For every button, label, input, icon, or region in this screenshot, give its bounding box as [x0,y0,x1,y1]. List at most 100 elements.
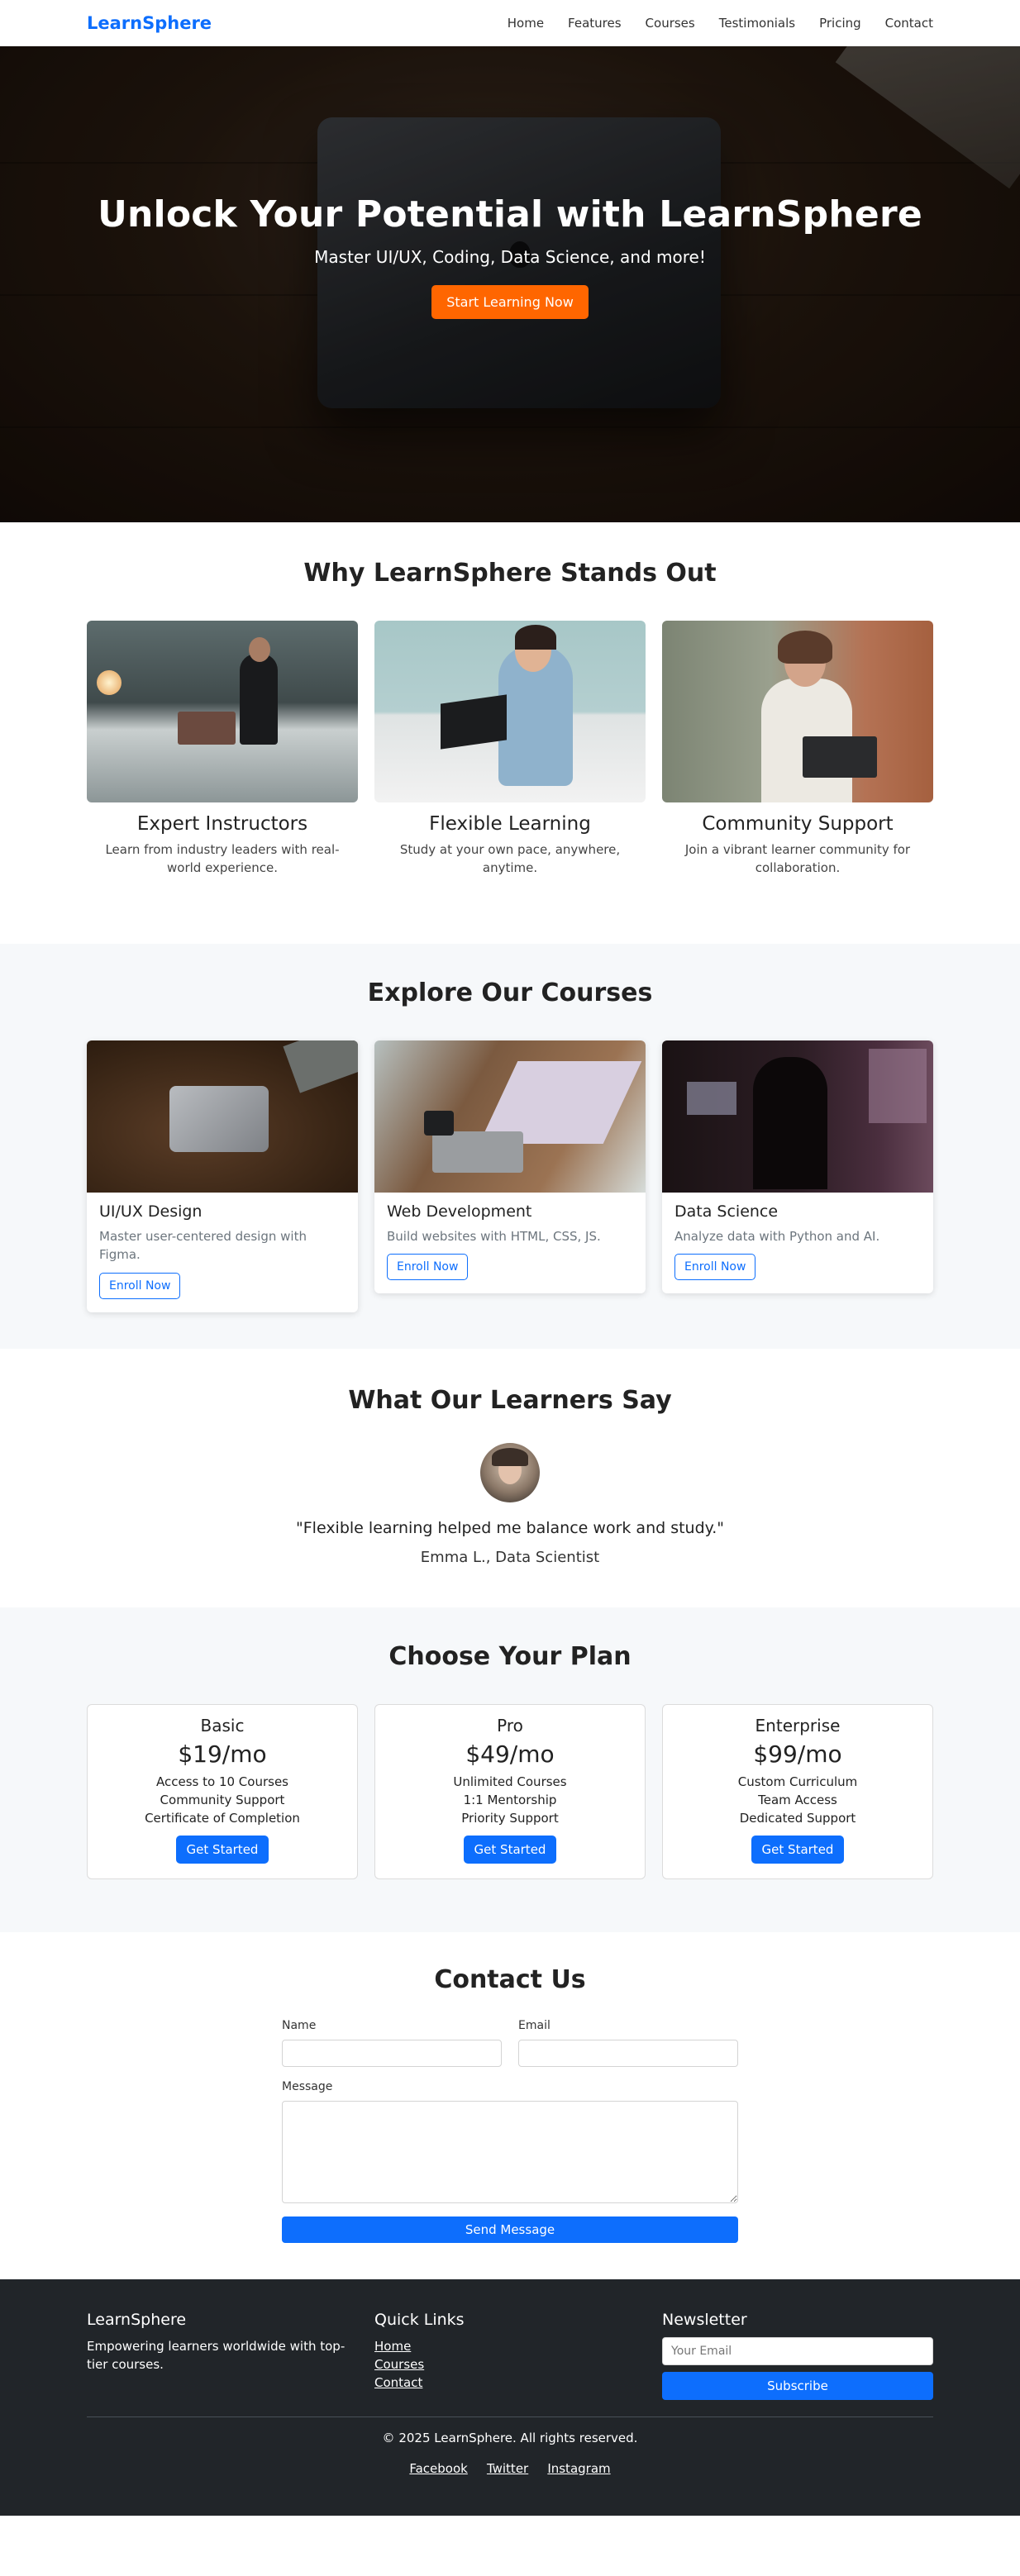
course-card-uiux: UI/UX Design Master user-centered design… [87,1040,358,1312]
start-learning-button[interactable]: Start Learning Now [431,285,589,319]
enroll-button-uiux[interactable]: Enroll Now [99,1272,181,1299]
course-image-datascience [662,1040,933,1193]
courses-section: Explore Our Courses UI/UX Design Master … [0,943,1020,1349]
footer-divider [87,2416,933,2417]
footer-brand: LearnSphere [87,2310,187,2329]
plan-feature: Community Support [160,1792,285,1807]
contact-section: Contact Us Name Email Message Send Messa… [0,1932,1020,2279]
course-title: UI/UX Design [99,1202,203,1221]
feature-title: Expert Instructors [136,813,308,835]
plan-name: Enterprise [755,1715,841,1736]
enroll-button-webdev[interactable]: Enroll Now [387,1254,469,1280]
plan-price: $99/mo [753,1740,842,1768]
hero-content: Unlock Your Potential with LearnSphere M… [0,193,1020,319]
pricing-section: Choose Your Plan Basic $19/mo Access to … [0,1607,1020,1932]
plan-feature: Dedicated Support [739,1810,856,1826]
features-title: Why LearnSphere Stands Out [303,559,717,588]
plan-feature: Unlimited Courses [453,1774,567,1789]
footer-about: LearnSphere Empowering learners worldwid… [87,2311,358,2400]
course-description: Master user-centered design with Figma. [99,1228,307,1263]
footer-tagline: Empowering learners worldwide with top-t… [87,2338,346,2373]
social-links: Facebook Twitter Instagram [87,2460,933,2476]
footer-quick-links: Quick Links Home Courses Contact [374,2311,646,2400]
course-image-webdev [374,1040,646,1193]
social-link-facebook[interactable]: Facebook [409,2461,467,2476]
contact-form: Name Email Message Send Message [282,2019,738,2243]
course-title: Web Development [387,1202,532,1221]
get-started-button-pro[interactable]: Get Started [463,1835,557,1864]
plan-features: Custom Curriculum Team Access Dedicated … [663,1773,932,1827]
plan-feature: Team Access [758,1792,837,1807]
hero-title: Unlock Your Potential with LearnSphere [98,193,922,236]
footer-link-courses[interactable]: Courses [374,2355,646,2374]
course-image-uiux [87,1040,358,1193]
course-card-datascience: Data Science Analyze data with Python an… [662,1040,933,1293]
nav-link-home[interactable]: Home [508,16,544,31]
plan-feature: Certificate of Completion [145,1810,300,1826]
subscribe-button[interactable]: Subscribe [662,2371,933,2400]
pricing-title: Choose Your Plan [388,1641,632,1671]
message-field[interactable] [282,2100,738,2203]
newsletter-email-input[interactable] [662,2336,933,2365]
course-description: Build websites with HTML, CSS, JS. [387,1228,601,1244]
copyright: © 2025 LearnSphere. All rights reserved. [382,2430,638,2445]
plan-feature: Custom Curriculum [737,1774,858,1789]
course-card-webdev: Web Development Build websites with HTML… [374,1040,646,1293]
plan-price: $49/mo [465,1740,555,1768]
footer-link-home[interactable]: Home [374,2337,646,2355]
feature-text: Join a vibrant learner community for col… [684,842,911,875]
get-started-button-enterprise[interactable]: Get Started [751,1835,845,1864]
feature-image-community [662,621,933,802]
contact-title: Contact Us [434,1964,586,1994]
name-field[interactable] [282,2039,502,2067]
nav-link-courses[interactable]: Courses [646,16,695,31]
email-field[interactable] [518,2039,738,2067]
newsletter-title: Newsletter [662,2310,747,2329]
nav-links: Home Features Courses Testimonials Prici… [508,16,933,31]
avatar [480,1442,540,1502]
plan-name: Pro [497,1715,523,1736]
plan-name: Basic [200,1715,245,1736]
name-label: Name [282,2018,317,2032]
social-link-instagram[interactable]: Instagram [547,2461,610,2476]
testimonial-quote: "Flexible learning helped me balance wor… [296,1518,724,1537]
plan-card-enterprise: Enterprise $99/mo Custom Curriculum Team… [662,1703,933,1879]
feature-image-instructors [87,621,358,802]
footer: LearnSphere Empowering learners worldwid… [0,2278,1020,2516]
footer-link-contact[interactable]: Contact [374,2374,646,2392]
nav-link-pricing[interactable]: Pricing [819,16,861,31]
enroll-button-datascience[interactable]: Enroll Now [674,1254,756,1280]
course-description: Analyze data with Python and AI. [674,1228,880,1244]
feature-card-community: Community Support Join a vibrant learner… [662,621,933,878]
plan-feature: 1:1 Mentorship [463,1792,557,1807]
feature-card-instructors: Expert Instructors Learn from industry l… [87,621,358,878]
quick-links-title: Quick Links [374,2310,465,2329]
footer-newsletter: Newsletter Subscribe [662,2311,933,2400]
plan-features: Access to 10 Courses Community Support C… [88,1773,357,1827]
courses-title: Explore Our Courses [367,978,653,1007]
course-title: Data Science [674,1202,779,1221]
message-label: Message [282,2079,333,2093]
send-message-button[interactable]: Send Message [282,2216,738,2243]
plan-card-basic: Basic $19/mo Access to 10 Courses Commun… [87,1703,358,1879]
hero-section: Unlock Your Potential with LearnSphere M… [0,46,1020,522]
plan-feature: Priority Support [461,1810,559,1826]
nav-link-contact[interactable]: Contact [885,16,933,31]
nav-link-testimonials[interactable]: Testimonials [719,16,795,31]
plan-feature: Access to 10 Courses [156,1774,288,1789]
brand-logo[interactable]: LearnSphere [87,13,212,33]
email-label: Email [518,2018,551,2032]
feature-text: Study at your own pace, anywhere, anytim… [399,842,621,875]
plan-features: Unlimited Courses 1:1 Mentorship Priorit… [375,1773,645,1827]
nav-link-features[interactable]: Features [568,16,622,31]
get-started-button-basic[interactable]: Get Started [175,1835,269,1864]
feature-text: Learn from industry leaders with real-wo… [105,842,340,875]
testimonials-section: What Our Learners Say "Flexible learning… [0,1349,1020,1607]
social-link-twitter[interactable]: Twitter [487,2461,528,2476]
navbar: LearnSphere Home Features Courses Testim… [0,0,1020,46]
hero-subtitle: Master UI/UX, Coding, Data Science, and … [314,247,706,267]
features-section: Why LearnSphere Stands Out Expert Instru… [0,522,1020,944]
feature-image-flexible [374,621,646,802]
plan-card-pro: Pro $49/mo Unlimited Courses 1:1 Mentors… [374,1703,646,1879]
feature-title: Flexible Learning [429,813,591,835]
